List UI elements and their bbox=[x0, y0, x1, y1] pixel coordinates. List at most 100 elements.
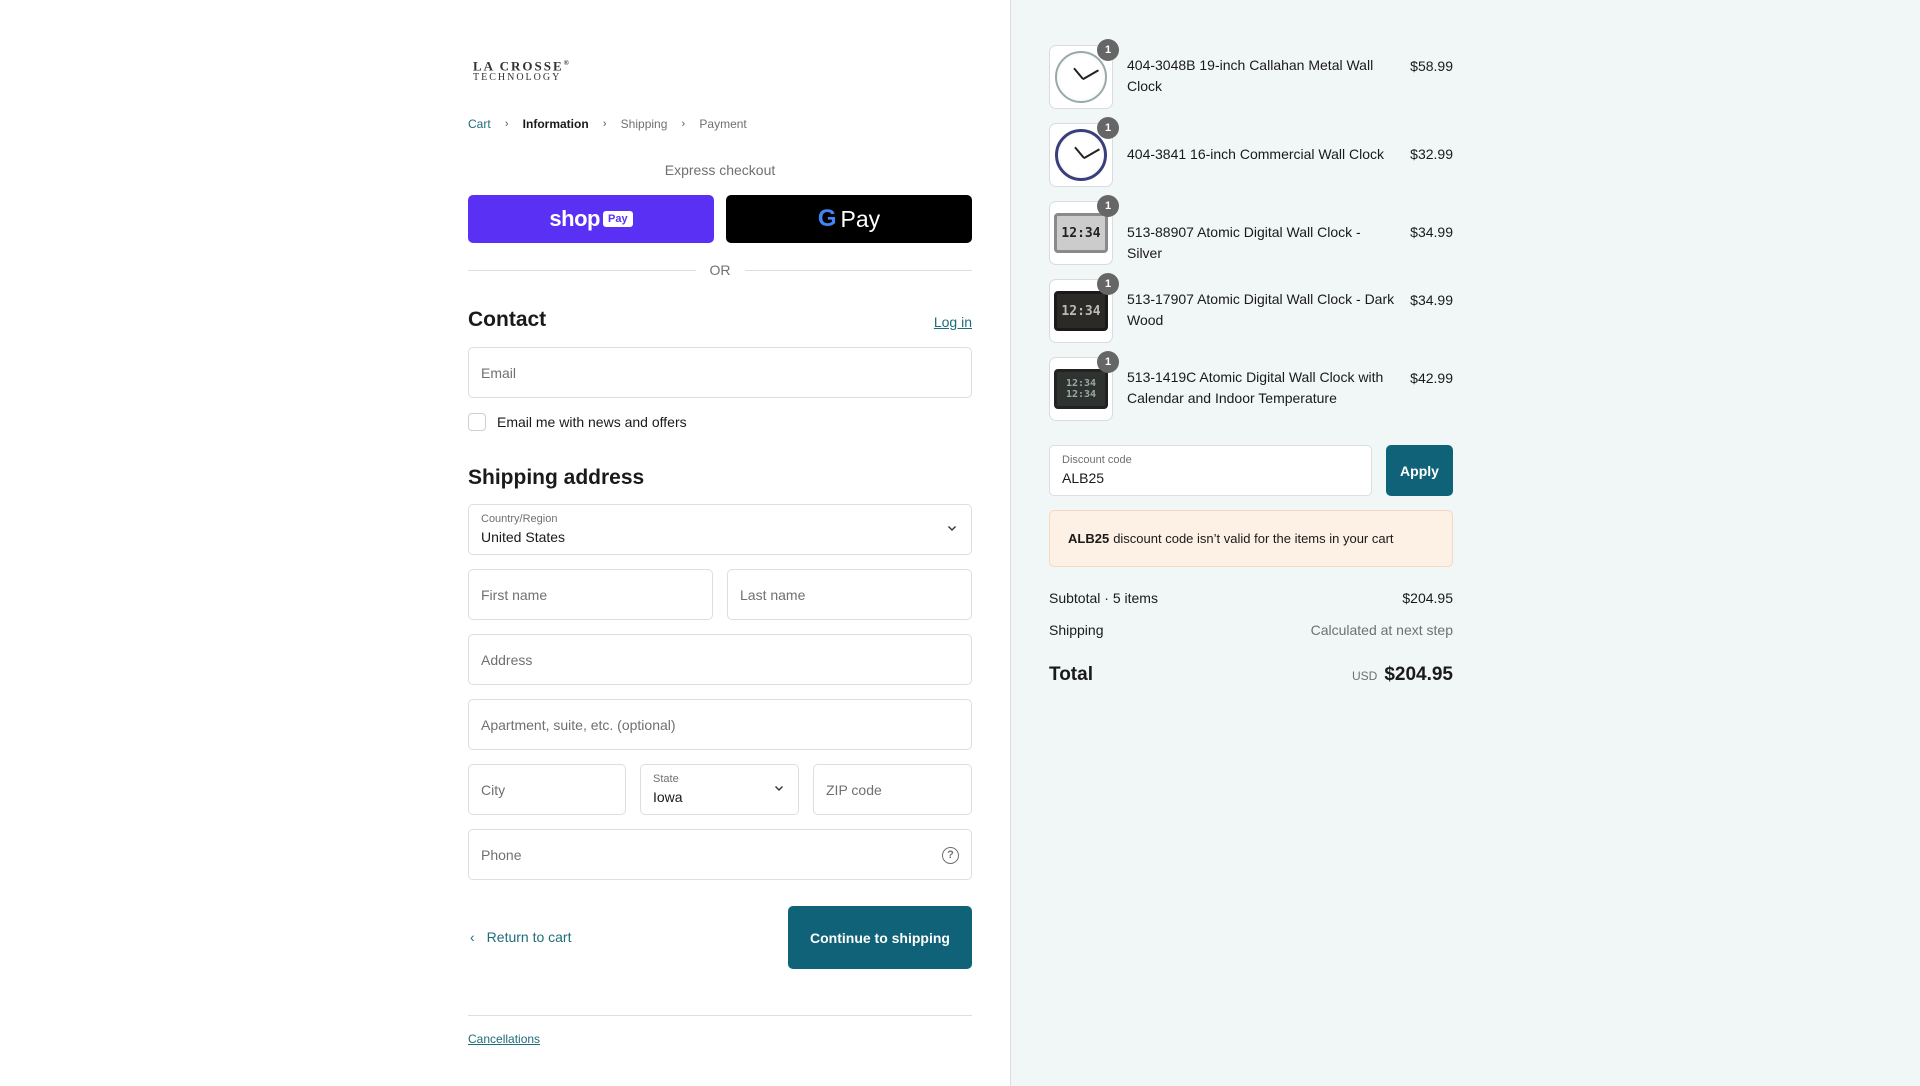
return-to-cart-link[interactable]: ‹ Return to cart bbox=[468, 929, 572, 945]
product-price: $34.99 bbox=[1410, 224, 1453, 240]
checkout-main-panel: LA CROSSE® TECHNOLOGY Cart › Information… bbox=[0, 0, 1010, 1086]
google-g-icon: G bbox=[817, 205, 837, 232]
cart-item: 1 404-3841 16-inch Commercial Wall Clock… bbox=[1049, 117, 1453, 187]
chevron-right-icon: › bbox=[602, 118, 607, 130]
cart-item: 12:34 1 513-17907 Atomic Digital Wall Cl… bbox=[1049, 273, 1453, 343]
email-field[interactable]: Email bbox=[468, 347, 972, 398]
apartment-placeholder: Apartment, suite, etc. (optional) bbox=[481, 717, 676, 733]
phone-placeholder: Phone bbox=[481, 847, 522, 863]
quantity-badge: 1 bbox=[1097, 39, 1119, 61]
product-price: $58.99 bbox=[1410, 58, 1453, 74]
apartment-field[interactable]: Apartment, suite, etc. (optional) bbox=[468, 699, 972, 750]
quantity-badge: 1 bbox=[1097, 351, 1119, 373]
logo-line-2: TECHNOLOGY bbox=[473, 72, 562, 84]
google-pay-button[interactable]: G Pay bbox=[726, 195, 972, 243]
quantity-badge: 1 bbox=[1097, 117, 1119, 139]
shop-pay-pill: Pay bbox=[602, 211, 633, 227]
last-name-field[interactable]: Last name bbox=[727, 569, 972, 620]
shipping-row: Shipping Calculated at next step bbox=[1049, 622, 1453, 638]
discount-code-field[interactable]: Discount code ALB25 bbox=[1049, 445, 1372, 496]
divider-line bbox=[468, 269, 696, 271]
zip-field[interactable]: ZIP code bbox=[813, 764, 972, 815]
phone-field[interactable]: Phone ? bbox=[468, 829, 972, 880]
cart-item: 12:34 12:34 1 513-1419C Atomic Digital W… bbox=[1049, 351, 1453, 421]
or-label: OR bbox=[709, 262, 731, 278]
newsletter-checkbox-row[interactable]: Email me with news and offers bbox=[468, 413, 687, 431]
discount-code-value: ALB25 bbox=[1062, 470, 1105, 486]
discount-code-label: Discount code bbox=[1062, 454, 1132, 466]
footer-divider bbox=[468, 1015, 972, 1016]
currency-code: USD bbox=[1351, 669, 1378, 683]
store-logo[interactable]: LA CROSSE® TECHNOLOGY bbox=[473, 57, 573, 85]
country-value: United States bbox=[481, 529, 566, 545]
breadcrumb-payment: Payment bbox=[699, 117, 747, 131]
cancellations-link[interactable]: Cancellations bbox=[468, 1032, 540, 1046]
express-checkout-heading: Express checkout bbox=[664, 162, 776, 178]
error-message: discount code isn’t valid for the items … bbox=[1113, 531, 1394, 546]
state-label: State bbox=[653, 773, 679, 785]
analog-clock-icon bbox=[1055, 129, 1107, 181]
email-placeholder: Email bbox=[481, 365, 517, 381]
or-divider: OR bbox=[468, 262, 972, 278]
error-code: ALB25 bbox=[1068, 531, 1110, 546]
product-price: $42.99 bbox=[1410, 370, 1453, 386]
contact-heading: Contact bbox=[468, 308, 547, 331]
chevron-left-icon: ‹ bbox=[470, 929, 475, 945]
newsletter-label: Email me with news and offers bbox=[497, 414, 687, 430]
login-link[interactable]: Log in bbox=[934, 314, 972, 330]
address-placeholder: Address bbox=[481, 652, 533, 668]
city-field[interactable]: City bbox=[468, 764, 626, 815]
city-placeholder: City bbox=[481, 782, 506, 798]
breadcrumb: Cart › Information › Shipping › Payment bbox=[468, 117, 747, 131]
order-summary-panel: 1 404-3048B 19-inch Callahan Metal Wall … bbox=[1010, 0, 1920, 1086]
google-pay-wordmark: Pay bbox=[840, 205, 881, 232]
country-label: Country/Region bbox=[481, 513, 558, 525]
subtotal-row: Subtotal · 5 items $204.95 bbox=[1049, 590, 1453, 606]
breadcrumb-shipping: Shipping bbox=[620, 117, 668, 131]
question-circle-icon[interactable]: ? bbox=[942, 847, 959, 864]
cart-item: 1 404-3048B 19-inch Callahan Metal Wall … bbox=[1049, 39, 1453, 109]
newsletter-checkbox[interactable] bbox=[468, 413, 486, 431]
first-name-placeholder: First name bbox=[481, 587, 548, 603]
apply-discount-button[interactable]: Apply bbox=[1386, 445, 1453, 496]
subtotal-label: Subtotal · 5 items bbox=[1049, 590, 1158, 606]
chevron-right-icon: › bbox=[681, 118, 686, 130]
chevron-down-icon bbox=[775, 786, 783, 791]
return-to-cart-label: Return to cart bbox=[486, 929, 572, 945]
zip-placeholder: ZIP code bbox=[826, 782, 882, 798]
last-name-placeholder: Last name bbox=[740, 587, 806, 603]
product-name: 513-88907 Atomic Digital Wall Clock - Si… bbox=[1127, 224, 1361, 261]
shipping-label: Shipping bbox=[1049, 622, 1104, 638]
state-value: Iowa bbox=[653, 789, 683, 805]
product-name: 404-3841 16-inch Commercial Wall Clock bbox=[1127, 146, 1385, 162]
digital-clock-icon: 12:34 bbox=[1054, 213, 1108, 253]
address-field[interactable]: Address bbox=[468, 634, 972, 685]
cart-item: 12:34 1 513-88907 Atomic Digital Wall Cl… bbox=[1049, 195, 1453, 265]
subtotal-value: $204.95 bbox=[1402, 590, 1453, 606]
shop-pay-button[interactable]: shop Pay bbox=[468, 195, 714, 243]
product-name: 513-17907 Atomic Digital Wall Clock - Da… bbox=[1127, 291, 1395, 328]
total-row: Total USD $204.95 bbox=[1049, 664, 1453, 686]
divider-line bbox=[744, 269, 972, 271]
total-amount: USD $204.95 bbox=[1352, 664, 1453, 686]
logo-line-1: LA CROSSE® bbox=[473, 58, 571, 74]
total-value: $204.95 bbox=[1384, 664, 1453, 685]
analog-clock-icon bbox=[1055, 51, 1107, 103]
quantity-badge: 1 bbox=[1097, 195, 1119, 217]
continue-to-shipping-button[interactable]: Continue to shipping bbox=[788, 906, 972, 969]
country-select[interactable]: Country/Region United States bbox=[468, 504, 972, 555]
quantity-badge: 1 bbox=[1097, 273, 1119, 295]
digital-clock-icon: 12:34 bbox=[1054, 291, 1108, 331]
chevron-right-icon: › bbox=[504, 118, 509, 130]
product-price: $34.99 bbox=[1410, 292, 1453, 308]
shop-pay-wordmark: shop bbox=[549, 206, 600, 231]
breadcrumb-information: Information bbox=[522, 117, 589, 131]
product-name: 513-1419C Atomic Digital Wall Clock with… bbox=[1127, 369, 1384, 406]
digital-clock-icon: 12:34 12:34 bbox=[1054, 369, 1108, 409]
breadcrumb-cart[interactable]: Cart bbox=[468, 117, 491, 131]
total-label: Total bbox=[1049, 664, 1093, 685]
state-select[interactable]: State Iowa bbox=[640, 764, 799, 815]
shipping-value: Calculated at next step bbox=[1310, 622, 1453, 638]
first-name-field[interactable]: First name bbox=[468, 569, 713, 620]
product-name: 404-3048B 19-inch Callahan Metal Wall Cl… bbox=[1127, 57, 1374, 94]
